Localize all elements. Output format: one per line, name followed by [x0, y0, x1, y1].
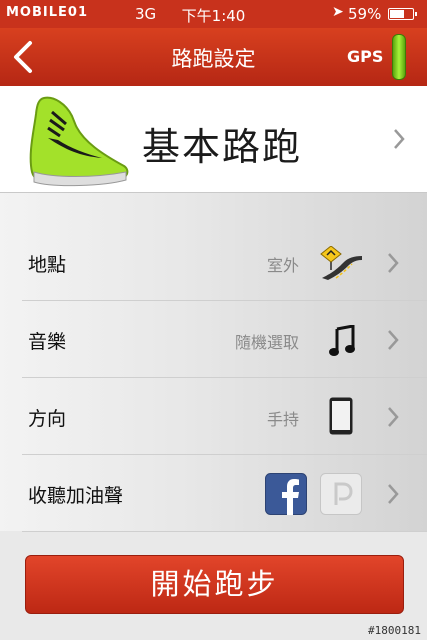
setting-label: 地點: [28, 254, 67, 276]
navigation-bar: 路跑設定 GPS: [0, 28, 427, 86]
chevron-right-icon: [388, 330, 399, 350]
battery-percent: 59%: [348, 5, 382, 23]
settings-list: 地點 室外 音樂 隨機選取 方向 手持 收聽加油聲: [0, 193, 427, 532]
status-bar: MOBILE01 3G 下午1:40 ➤ 59%: [0, 0, 427, 28]
gps-label: GPS: [347, 47, 384, 66]
setting-label: 音樂: [28, 331, 67, 353]
path-icon[interactable]: [320, 473, 362, 515]
setting-label: 收聽加油聲: [28, 485, 124, 507]
setting-value: 手持: [266, 410, 299, 429]
location-arrow-icon: ➤: [332, 4, 344, 20]
setting-row-location[interactable]: 地點 室外: [0, 224, 427, 301]
setting-row-orientation[interactable]: 方向 手持: [0, 378, 427, 455]
start-run-button[interactable]: 開始跑步: [25, 555, 404, 614]
facebook-icon[interactable]: [265, 473, 307, 515]
workout-type-row[interactable]: 基本路跑: [0, 86, 427, 193]
running-shoe-icon: [29, 96, 129, 187]
watermark: #1800181: [368, 624, 421, 637]
setting-value: 隨機選取: [234, 333, 299, 352]
setting-value: 室外: [266, 256, 299, 275]
chevron-right-icon: [388, 407, 399, 427]
phone-icon: [329, 397, 353, 435]
chevron-right-icon: [388, 484, 399, 504]
setting-row-cheers[interactable]: 收聽加油聲: [0, 455, 427, 532]
setting-row-music[interactable]: 音樂 隨機選取: [0, 301, 427, 378]
chevron-right-icon: [388, 253, 399, 273]
setting-label: 方向: [28, 408, 67, 430]
row-divider: [22, 531, 427, 532]
music-note-icon: [329, 325, 355, 356]
workout-title: 基本路跑: [142, 125, 303, 169]
road-sign-icon: [320, 246, 362, 280]
chevron-right-icon: [394, 129, 405, 149]
battery-icon: [388, 8, 417, 20]
gps-signal-indicator: [392, 34, 406, 80]
